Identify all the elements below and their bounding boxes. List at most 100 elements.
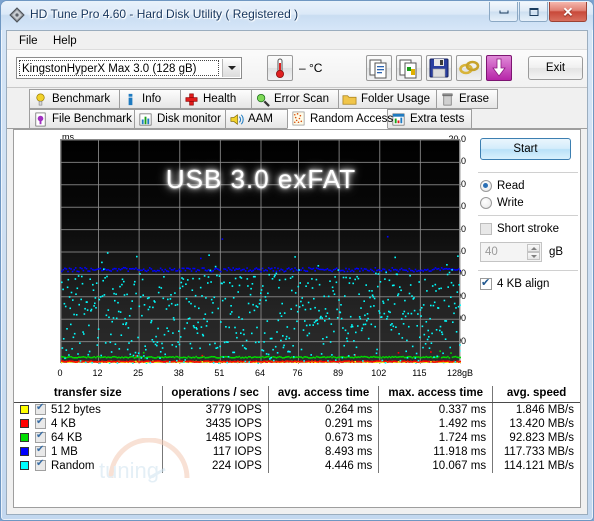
table-row[interactable]: 4 KB 3435 IOPS0.291 ms1.492 ms13.420 MB/s — [14, 415, 580, 431]
radio-write-icon[interactable] — [480, 197, 492, 209]
title-bar[interactable]: HD Tune Pro 4.60 - Hard Disk Utility ( R… — [1, 1, 593, 30]
max-access-cell: 10.067 ms — [378, 459, 493, 473]
info-icon — [123, 92, 138, 107]
download-button[interactable] — [486, 55, 512, 81]
tab-file-benchmark[interactable]: File Benchmark — [29, 109, 135, 129]
tab-folder-usage[interactable]: Folder Usage — [338, 89, 437, 109]
tab-info[interactable]: Info — [119, 89, 181, 109]
results-table: transfer size operations / sec avg. access… — [14, 386, 580, 473]
start-label: Start — [513, 143, 538, 155]
tab-strip: Benchmark Info Health Error Scan Folder Usag… — [7, 88, 587, 129]
client-area: File Help KingstonHyperX Max 3.0 (128 gB… — [6, 30, 588, 515]
save-button[interactable] — [426, 55, 452, 81]
menu-help[interactable]: Help — [47, 34, 83, 48]
checkbox-4kb-align[interactable]: 4 KB align — [480, 276, 550, 290]
avg-speed-cell: 13.420 MB/s — [492, 417, 580, 431]
menu-bar: File Help — [7, 31, 587, 50]
temperature-button[interactable] — [267, 55, 293, 81]
table-row[interactable]: 1 MB 117 IOPS8.493 ms11.918 ms117.733 MB/… — [14, 443, 580, 459]
bar-chart-icon — [138, 112, 153, 127]
align-checkbox-icon[interactable] — [480, 276, 492, 290]
tab-label: Health — [203, 93, 237, 105]
device-select-value: KingstonHyperX Max 3.0 (128 gB) — [19, 60, 219, 76]
copy-image-icon — [399, 59, 417, 79]
radio-read-icon[interactable] — [480, 180, 492, 192]
series-label: 64 KB — [51, 432, 83, 444]
tab-random-access[interactable]: Random Access — [287, 108, 393, 129]
bar-chart-icon — [139, 113, 152, 125]
spinner-up-icon[interactable] — [527, 244, 540, 252]
tab-health[interactable]: Health — [180, 89, 252, 109]
short-stroke-checkbox-icon[interactable] — [480, 223, 492, 235]
red-cross-icon — [184, 92, 199, 107]
tab-label: AAM — [248, 113, 273, 125]
copy-text-icon — [369, 59, 387, 79]
tab-benchmark[interactable]: Benchmark — [29, 89, 120, 109]
table-row[interactable]: Random 224 IOPS4.446 ms10.067 ms114.121 M… — [14, 457, 580, 473]
series-label: Random — [51, 460, 95, 472]
save-floppy-icon — [429, 58, 449, 78]
scatter-plot: USB 3.0 exFAT — [60, 139, 461, 364]
series-checkbox-icon[interactable] — [35, 443, 46, 457]
download-arrow-icon — [492, 58, 506, 77]
thermometer-icon — [275, 58, 284, 78]
minimize-button[interactable] — [489, 2, 518, 22]
folder-icon — [342, 92, 357, 107]
transfer-size-cell[interactable]: Random — [14, 457, 162, 473]
iops-cell: 3435 IOPS — [161, 417, 269, 431]
avg-access-cell: 0.673 ms — [267, 431, 379, 445]
hd-tune-window: HD Tune Pro 4.60 - Hard Disk Utility ( R… — [0, 0, 594, 521]
table-header: max. access time — [378, 386, 493, 403]
magnifier-icon — [256, 93, 270, 107]
link-button[interactable] — [456, 55, 482, 81]
radio-write[interactable]: Write — [480, 197, 524, 209]
series-color-swatch — [20, 419, 29, 428]
series-checkbox-icon[interactable] — [35, 415, 46, 429]
results-table-wrap: tuning transfer size operations / sec avg.… — [14, 386, 580, 507]
avg-access-cell: 0.264 ms — [267, 402, 379, 417]
series-checkbox-icon[interactable] — [35, 457, 46, 471]
tab-aam[interactable]: AAM — [225, 109, 288, 129]
device-select[interactable]: KingstonHyperX Max 3.0 (128 gB) — [16, 57, 242, 79]
menu-file[interactable]: File — [13, 34, 44, 48]
file-benchmark-icon — [35, 112, 46, 126]
series-color-swatch — [20, 405, 29, 414]
series-label: 512 bytes — [51, 404, 101, 416]
table-row[interactable]: 512 bytes 3779 IOPS0.264 ms0.337 ms1.846 … — [14, 401, 580, 417]
avg-speed-cell: 114.121 MB/s — [492, 459, 580, 473]
avg-speed-cell: 1.846 MB/s — [492, 402, 580, 417]
tab-extra-tests[interactable]: Extra tests — [387, 109, 472, 129]
series-color-swatch — [20, 433, 29, 442]
tab-disk-monitor[interactable]: Disk monitor — [134, 109, 226, 129]
exit-button[interactable]: Exit — [528, 56, 583, 80]
copy-text-button[interactable] — [366, 55, 392, 81]
red-cross-icon — [185, 93, 198, 105]
random-access-panel: ms 2.004.006.008.0010.012.014.016.018.02… — [13, 129, 581, 508]
series-checkbox-icon[interactable] — [35, 429, 46, 443]
speaker-icon — [229, 112, 244, 127]
tab-error-scan[interactable]: Error Scan — [251, 89, 339, 109]
series-label: 1 MB — [51, 446, 78, 458]
tab-row-2: File Benchmark Disk monitor AAM Random Acce… — [7, 108, 587, 129]
tab-label: Info — [142, 93, 162, 105]
align-label: 4 KB align — [497, 278, 550, 290]
short-stroke-input[interactable]: 40 — [480, 242, 542, 262]
plot-points — [61, 140, 461, 364]
window-title: HD Tune Pro 4.60 - Hard Disk Utility ( R… — [30, 7, 299, 21]
copy-image-button[interactable] — [396, 55, 422, 81]
file-benchmark-icon — [33, 112, 48, 127]
folder-icon — [342, 94, 357, 105]
close-button[interactable]: ✕ — [549, 2, 587, 22]
short-stroke-unit: gB — [549, 246, 564, 258]
checkbox-short-stroke[interactable]: Short stroke — [480, 223, 559, 235]
chevron-down-icon[interactable] — [222, 59, 240, 77]
table-row[interactable]: 64 KB 1485 IOPS0.673 ms1.724 ms92.823 MB/… — [14, 429, 580, 445]
start-button[interactable]: Start — [480, 138, 571, 160]
series-checkbox-icon[interactable] — [35, 401, 46, 415]
tab-erase[interactable]: Erase — [436, 89, 498, 109]
table-body: 512 bytes 3779 IOPS0.264 ms0.337 ms1.846 … — [14, 401, 580, 473]
spinner-down-icon[interactable] — [527, 252, 540, 260]
short-stroke-value: 40 — [485, 246, 498, 258]
radio-read[interactable]: Read — [480, 180, 525, 192]
maximize-button[interactable] — [519, 2, 548, 22]
